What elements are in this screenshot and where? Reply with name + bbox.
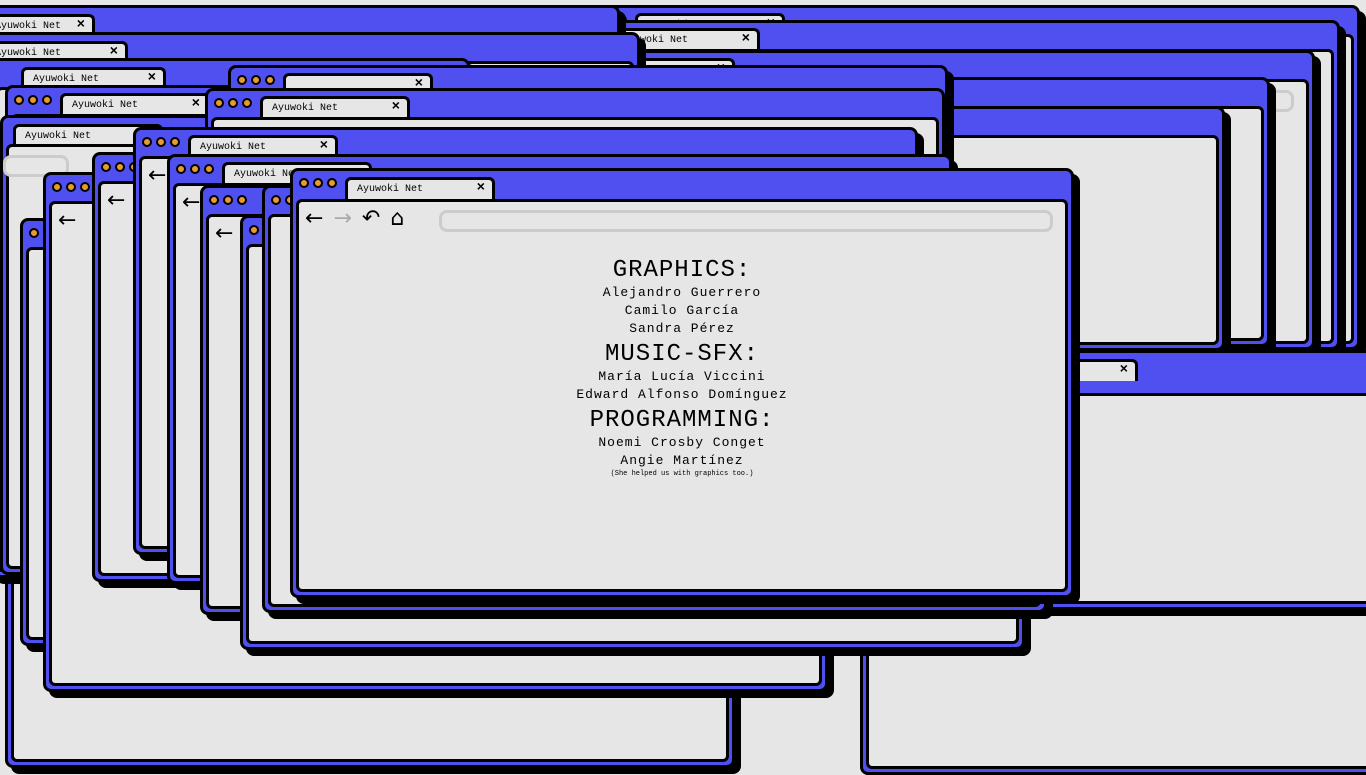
bg-nav: ←	[148, 165, 166, 187]
credit-name: Angie Martínez	[620, 453, 744, 468]
bg-nav: ←	[107, 190, 125, 212]
close-icon[interactable]: ×	[477, 179, 485, 198]
window-controls	[299, 178, 337, 188]
window-controls	[249, 225, 259, 235]
close-icon: ×	[191, 96, 200, 112]
credit-name: María Lucía Viccini	[598, 369, 766, 384]
browser-tab[interactable]: Ayuwoki Net ×	[345, 177, 495, 199]
window-controls	[214, 98, 252, 108]
close-icon: ×	[1119, 362, 1128, 378]
window-controls	[176, 164, 214, 174]
tab-title: Ayuwoki Net	[357, 184, 424, 195]
back-icon: ←	[107, 188, 126, 213]
back-icon[interactable]: ←	[305, 208, 323, 230]
home-icon[interactable]: ⌂	[390, 208, 404, 230]
back-icon: ←	[182, 190, 201, 215]
window-dot[interactable]	[313, 178, 323, 188]
credit-name: Edward Alfonso Domínguez	[576, 387, 788, 402]
window-dot[interactable]	[327, 178, 337, 188]
url-bar[interactable]	[439, 210, 1053, 232]
browser-content: ← → ↶ ⌂ GRAPHICS: Alejandro Guerrero Cam…	[296, 199, 1068, 592]
back-icon: ←	[215, 221, 234, 246]
window-controls	[52, 182, 90, 192]
forward-icon[interactable]: →	[333, 208, 351, 230]
credit-name: Noemi Crosby Conget	[598, 435, 766, 450]
window-controls	[142, 137, 180, 147]
credit-name: Alejandro Guerrero	[602, 285, 762, 300]
window-controls	[209, 195, 247, 205]
credit-name: Camilo García	[624, 303, 740, 318]
window-controls	[237, 75, 275, 85]
bg-tab: Ayuwoki Net×	[60, 93, 210, 115]
credit-note: (She helped us with graphics too.)	[610, 470, 754, 478]
back-icon: ←	[58, 208, 77, 233]
credits-list: GRAPHICS: Alejandro Guerrero Camilo Garc…	[299, 254, 1065, 479]
close-icon: ×	[741, 31, 750, 47]
bg-tab: Ayuwoki Net×	[260, 96, 410, 118]
close-icon: ×	[391, 99, 400, 115]
back-icon: ←	[148, 163, 167, 188]
programming-heading: PROGRAMMING:	[589, 407, 775, 434]
graphics-heading: GRAPHICS:	[612, 257, 752, 284]
credit-name: Sandra Pérez	[629, 321, 735, 336]
window-controls	[14, 95, 52, 105]
bg-nav: ←	[215, 223, 233, 245]
browser-nav: ← → ↶ ⌂	[305, 208, 404, 230]
bg-nav: ←	[58, 210, 76, 232]
undo-icon[interactable]: ↶	[362, 208, 380, 230]
music-heading: MUSIC-SFX:	[604, 341, 760, 368]
bg-nav: ←	[182, 192, 200, 214]
window-dot[interactable]	[299, 178, 309, 188]
credits-window: Ayuwoki Net × ← → ↶ ⌂ GRAPHICS: Alejandr…	[290, 168, 1074, 598]
window-controls	[29, 228, 39, 238]
